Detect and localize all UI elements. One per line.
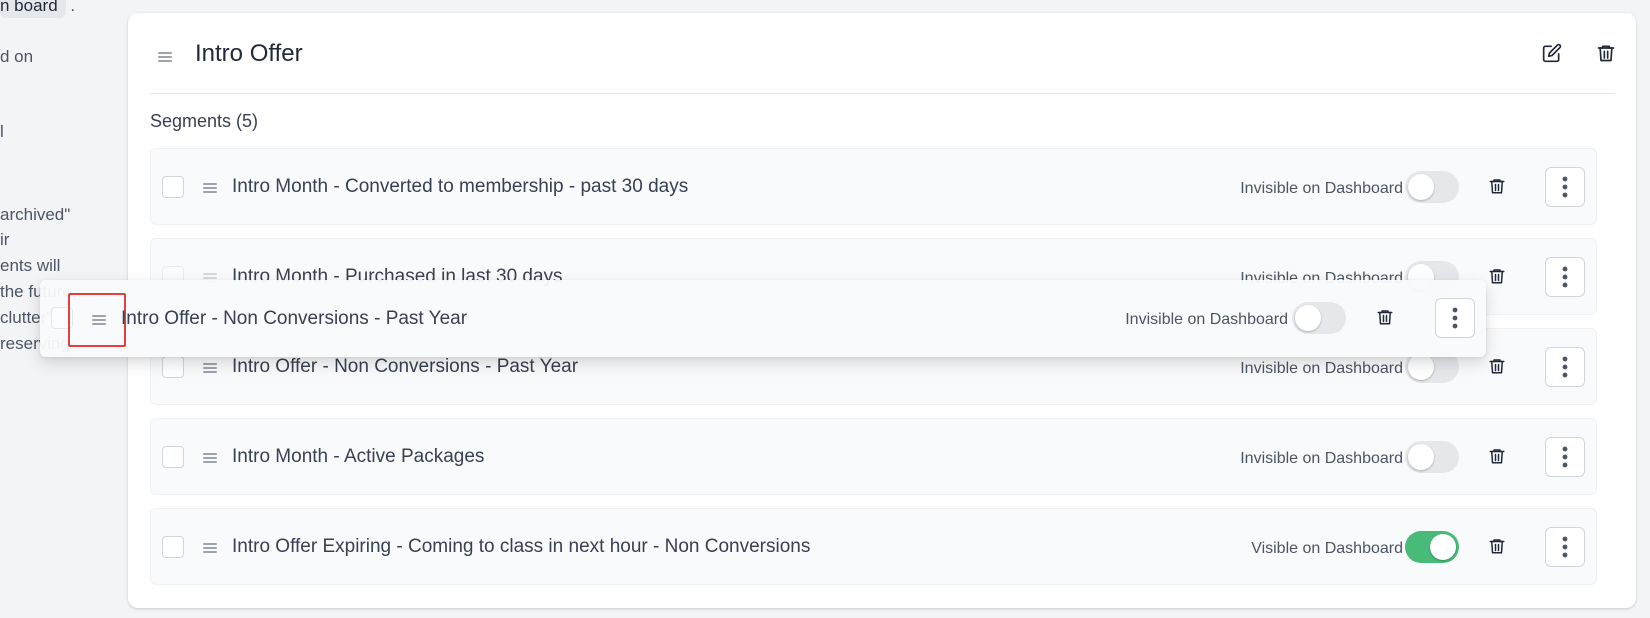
trash-icon [1489,269,1505,284]
help-text-line: archived" [0,205,71,224]
kebab-menu-icon [1562,536,1568,558]
drag-handle-icon[interactable] [203,183,217,193]
visibility-label: Visible on Dashboard [1251,540,1403,557]
segment-name: Intro Offer Expiring - Coming to class i… [232,536,811,557]
segment-menu-button[interactable] [1545,527,1585,567]
visibility-toggle[interactable] [1405,441,1459,473]
kebab-menu-icon [1452,307,1458,329]
visibility-label: Invisible on Dashboard [1240,450,1403,467]
trash-icon [1489,539,1505,554]
delete-segment-button[interactable] [1486,174,1508,198]
segment-menu-button[interactable] [1545,167,1585,207]
segment-checkbox[interactable] [162,536,184,558]
delete-group-button[interactable] [1594,41,1618,65]
drag-handle-icon[interactable] [203,363,217,373]
kebab-menu-icon [1562,176,1568,198]
delete-segment-button[interactable] [1486,534,1508,558]
visibility-label: Invisible on Dashboard [1125,311,1288,328]
help-text-line: l [0,122,4,141]
visibility-toggle[interactable] [1292,302,1346,334]
segment-menu-button[interactable] [1545,347,1585,387]
dragging-segment-row[interactable]: Intro Offer - Non Conversions - Past Yea… [40,280,1486,357]
kebab-menu-icon [1562,266,1568,288]
group-title: Intro Offer [195,40,303,67]
trash-icon [1489,449,1505,464]
kebab-menu-icon [1562,356,1568,378]
visibility-label: Invisible on Dashboard [1240,360,1403,377]
drag-handle-icon[interactable] [203,543,217,553]
help-text-line: n board . [0,0,75,18]
segment-row: Intro Month - Converted to membership - … [150,148,1597,225]
segment-row: Intro Month - Active Packages Invisible … [150,418,1597,495]
segment-menu-button[interactable] [1545,257,1585,297]
segment-name: Intro Month - Active Packages [232,446,485,467]
trash-icon [1489,179,1505,194]
segment-name: Intro Offer - Non Conversions - Past Yea… [121,308,468,329]
visibility-label: Invisible on Dashboard [1240,180,1403,197]
segment-checkbox[interactable] [162,176,184,198]
edit-icon [1542,43,1562,63]
trash-icon [1377,310,1393,325]
drag-handle-icon[interactable] [203,453,217,463]
card-header: Intro Offer [150,13,1615,94]
segment-menu-button[interactable] [1435,298,1475,338]
edit-group-button[interactable] [1540,41,1564,65]
delete-segment-button[interactable] [1486,264,1508,288]
drag-handle-icon[interactable] [92,315,106,325]
segment-name: Intro Month - Converted to membership - … [232,176,689,197]
trash-icon [1597,45,1615,62]
delete-segment-button[interactable] [1486,444,1508,468]
delete-segment-button[interactable] [1486,354,1508,378]
segment-row: Intro Offer Expiring - Coming to class i… [150,508,1597,585]
help-text-line: d on [0,47,34,66]
kebab-menu-icon [1562,446,1568,468]
delete-segment-button[interactable] [1374,305,1396,329]
help-text-line: ir [0,230,10,249]
segment-menu-button[interactable] [1545,437,1585,477]
visibility-toggle[interactable] [1405,171,1459,203]
help-text-line: ents will [0,256,61,275]
segment-name: Intro Offer - Non Conversions - Past Yea… [232,356,579,377]
segments-heading: Segments (5) [150,111,259,131]
group-drag-handle-icon[interactable] [158,52,172,62]
segment-checkbox[interactable] [162,356,184,378]
segment-checkbox[interactable] [162,446,184,468]
visibility-toggle[interactable] [1405,531,1459,563]
trash-icon [1489,359,1505,374]
